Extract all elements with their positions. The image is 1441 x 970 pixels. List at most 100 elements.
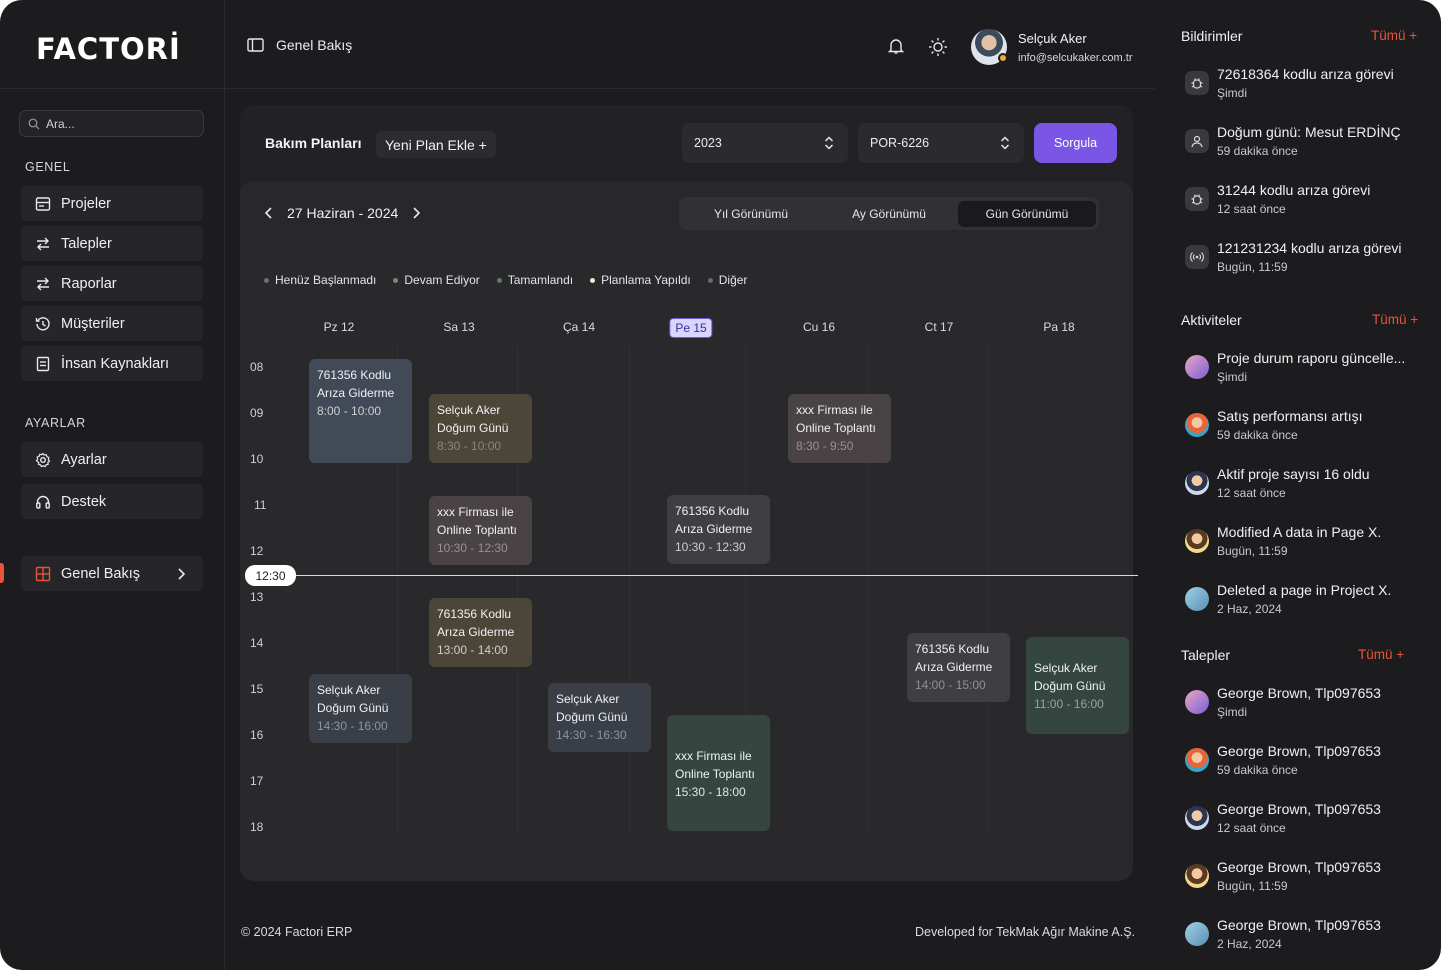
search-input[interactable] <box>46 116 196 131</box>
day-header[interactable]: Ça 14 <box>563 320 595 334</box>
request-item[interactable]: George Brown, Tlp097653 Bugün, 11:59 <box>1185 859 1435 899</box>
calendar-event[interactable]: 761356 Kodlu Arıza Giderme 13:00 - 14:00 <box>429 598 532 667</box>
notification-item[interactable]: 72618364 kodlu arıza görevi Şimdi <box>1185 66 1435 106</box>
event-time: 8:00 - 10:00 <box>317 404 382 418</box>
calendar-event[interactable]: Selçuk Aker Doğum Günü 14:30 - 16:30 <box>548 683 651 752</box>
item-text: Satış performansı artışı <box>1217 408 1363 424</box>
activity-item[interactable]: Deleted a page in Project X. 2 Haz, 2024 <box>1185 582 1435 622</box>
hour-label: 08 <box>250 360 264 374</box>
day-header[interactable]: Ct 17 <box>925 320 954 334</box>
avatar[interactable] <box>971 29 1008 65</box>
request-item[interactable]: George Brown, Tlp097653 59 dakika önce <box>1185 743 1435 783</box>
notification-item[interactable]: 31244 kodlu arıza görevi 12 saat önce <box>1185 182 1435 222</box>
calendar-event[interactable]: 761356 Kodlu Arıza Giderme 10:30 - 12:30 <box>667 495 770 564</box>
day-header[interactable]: Pz 12 <box>324 320 355 334</box>
activity-item[interactable]: Modified A data in Page X. Bugün, 11:59 <box>1185 524 1435 564</box>
item-time: Bugün, 11:59 <box>1217 260 1288 274</box>
sidebar-item-customers[interactable]: Müşteriler <box>21 306 203 341</box>
calendar-event[interactable]: xxx Firması ile Online Toplantı 8:30 - 9… <box>788 394 891 463</box>
sidebar-item-projects[interactable]: Projeler <box>21 186 203 221</box>
calendar-event[interactable]: xxx Firması ile Online Toplantı 15:30 - … <box>667 715 770 831</box>
hour-label: 17 <box>250 774 264 788</box>
sidebar-item-label: Talepler <box>61 235 112 252</box>
tab-month-view[interactable]: Ay Görünümü <box>820 201 958 227</box>
event-time: 8:30 - 10:00 <box>437 439 502 453</box>
sidebar-item-hr[interactable]: İnsan Kaynakları <box>21 346 203 381</box>
day-header[interactable]: Cu 16 <box>803 320 835 334</box>
event-subtitle: Arıza Giderme <box>675 522 753 536</box>
avatar-icon <box>1185 529 1209 553</box>
calendar-event[interactable]: 761356 Kodlu Arıza Giderme 14:00 - 15:00 <box>907 633 1010 702</box>
calendar-event[interactable]: Selçuk Aker Doğum Günü 14:30 - 16:00 <box>309 674 412 743</box>
legend-label: Tamamlandı <box>507 273 574 287</box>
request-item[interactable]: George Brown, Tlp097653 Şimdi <box>1185 685 1435 725</box>
chevron-left-icon[interactable] <box>265 207 273 219</box>
hour-label: 14 <box>250 636 264 650</box>
sidebar-item-reports[interactable]: Raporlar <box>21 266 203 301</box>
sun-icon[interactable] <box>928 37 948 57</box>
legend-item: Henüz Başlanmadı <box>264 273 376 287</box>
calendar-event[interactable]: Selçuk Aker Doğum Günü 8:30 - 10:00 <box>429 394 532 463</box>
item-text: Deleted a page in Project X. <box>1217 582 1392 598</box>
calendar-event[interactable]: Selçuk Aker Doğum Günü 11:00 - 16:00 <box>1026 637 1129 734</box>
bell-icon[interactable] <box>887 37 905 55</box>
item-text: Doğum günü: Mesut ERDİNÇ <box>1217 124 1401 140</box>
request-item[interactable]: George Brown, Tlp097653 2 Haz, 2024 <box>1185 917 1435 957</box>
activity-item[interactable]: Satış performansı artışı 59 dakika önce <box>1185 408 1435 448</box>
event-title: Selçuk Aker <box>437 403 501 417</box>
logo-text: FACTORİ <box>36 32 181 66</box>
event-time: 14:00 - 15:00 <box>915 678 986 692</box>
chevron-up-down-icon <box>824 136 834 150</box>
user-email: info@selcukaker.com.tr <box>1018 52 1133 64</box>
sidebar-item-support[interactable]: Destek <box>21 484 203 519</box>
tab-year-view[interactable]: Yıl Görünümü <box>682 201 820 227</box>
notification-item[interactable]: 121231234 kodlu arıza görevi Bugün, 11:5… <box>1185 240 1435 280</box>
activity-item[interactable]: Aktif proje sayısı 16 oldu 12 saat önce <box>1185 466 1435 506</box>
item-time: 2 Haz, 2024 <box>1217 937 1282 951</box>
logo: FACTORİ <box>36 34 181 64</box>
item-time: 12 saat önce <box>1217 202 1286 216</box>
notifications-all-link[interactable]: Tümü + <box>1371 28 1417 43</box>
item-text: George Brown, Tlp097653 <box>1217 743 1381 759</box>
event-title: Selçuk Aker <box>317 683 381 697</box>
query-button[interactable]: Sorgula <box>1034 123 1117 163</box>
current-time-badge: 12:30 <box>245 565 296 586</box>
activities-all-link[interactable]: Tümü + <box>1372 312 1418 327</box>
plans-title: Bakım Planları <box>265 135 362 151</box>
day-header[interactable]: Sa 13 <box>443 320 474 334</box>
hour-label: 11 <box>254 498 267 512</box>
item-text: George Brown, Tlp097653 <box>1217 685 1381 701</box>
broadcast-icon <box>1185 245 1209 269</box>
notification-item[interactable]: Doğum günü: Mesut ERDİNÇ 59 dakika önce <box>1185 124 1435 164</box>
headset-icon <box>36 495 50 509</box>
sidebar-item-settings[interactable]: Ayarlar <box>21 442 203 477</box>
sidebar-item-requests[interactable]: Talepler <box>21 226 203 261</box>
request-item[interactable]: George Brown, Tlp097653 12 saat önce <box>1185 801 1435 841</box>
day-header-today[interactable]: Pe 15 <box>669 318 713 338</box>
event-title: xxx Firması ile <box>437 505 514 519</box>
chevron-right-icon[interactable] <box>412 207 421 219</box>
sidebar-toggle-icon[interactable] <box>247 38 264 52</box>
year-select[interactable]: 2023 <box>682 123 848 163</box>
event-subtitle: Online Toplantı <box>437 523 517 537</box>
requests-all-link[interactable]: Tümü + <box>1358 647 1404 662</box>
calendar-event[interactable]: xxx Firması ile Online Toplantı 10:30 - … <box>429 496 532 565</box>
sidebar-item-label: Destek <box>61 493 107 510</box>
section-settings-label: AYARLAR <box>25 416 86 430</box>
day-header[interactable]: Pa 18 <box>1043 320 1074 334</box>
event-subtitle: Doğum Günü <box>556 710 628 724</box>
calendar-event[interactable]: 761356 Kodlu Arıza Giderme 8:00 - 10:00 <box>309 359 412 463</box>
tab-day-view[interactable]: Gün Görünümü <box>958 200 1096 227</box>
page-title-group: Genel Bakış <box>247 37 352 53</box>
sidebar-item-label: Ayarlar <box>61 451 107 468</box>
event-title: 761356 Kodlu <box>317 368 392 382</box>
add-plan-button[interactable]: Yeni Plan Ekle + <box>376 131 496 158</box>
sidebar-item-overview[interactable]: Genel Bakış <box>21 556 203 591</box>
search-box[interactable] <box>19 110 204 137</box>
item-time: 59 dakika önce <box>1217 144 1298 158</box>
activity-item[interactable]: Proje durum raporu güncelle... Şimdi <box>1185 350 1435 390</box>
hour-label: 15 <box>250 682 264 696</box>
item-text: Proje durum raporu güncelle... <box>1217 350 1406 366</box>
item-time: Şimdi <box>1217 705 1248 719</box>
code-select[interactable]: POR-6226 <box>858 123 1024 163</box>
